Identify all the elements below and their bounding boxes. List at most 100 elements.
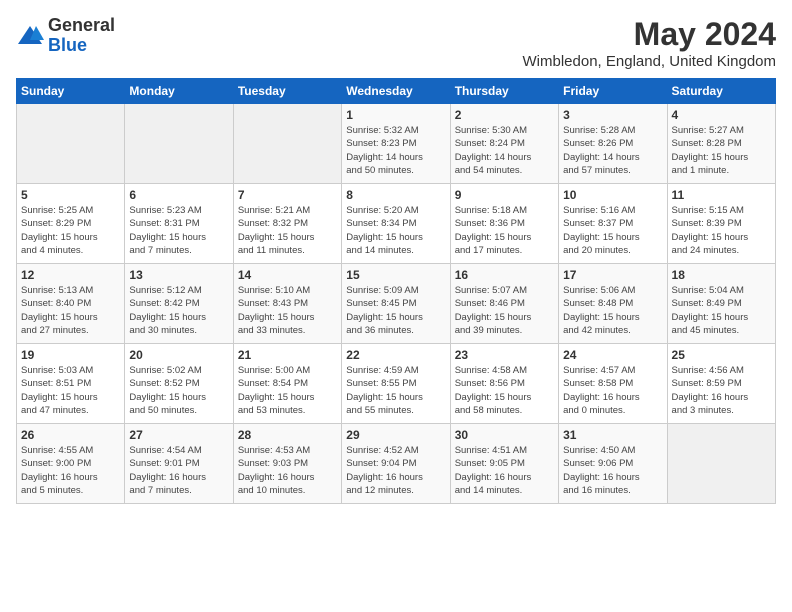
day-info: Sunrise: 4:53 AM Sunset: 9:03 PM Dayligh… bbox=[238, 444, 337, 497]
calendar-header: SundayMondayTuesdayWednesdayThursdayFrid… bbox=[17, 79, 776, 104]
day-info: Sunrise: 4:54 AM Sunset: 9:01 PM Dayligh… bbox=[129, 444, 228, 497]
day-info: Sunrise: 5:15 AM Sunset: 8:39 PM Dayligh… bbox=[672, 204, 771, 257]
day-info: Sunrise: 5:12 AM Sunset: 8:42 PM Dayligh… bbox=[129, 284, 228, 337]
day-info: Sunrise: 5:27 AM Sunset: 8:28 PM Dayligh… bbox=[672, 124, 771, 177]
day-info: Sunrise: 4:52 AM Sunset: 9:04 PM Dayligh… bbox=[346, 444, 445, 497]
day-info: Sunrise: 5:28 AM Sunset: 8:26 PM Dayligh… bbox=[563, 124, 662, 177]
day-number: 19 bbox=[21, 348, 120, 362]
week-row-5: 26 Sunrise: 4:55 AM Sunset: 9:00 PM Dayli… bbox=[17, 424, 776, 504]
calendar-cell: 13 Sunrise: 5:12 AM Sunset: 8:42 PM Dayli… bbox=[125, 264, 233, 344]
week-row-4: 19Sunrise: 5:03 AM Sunset: 8:51 PM Dayli… bbox=[17, 344, 776, 424]
calendar-cell bbox=[17, 104, 125, 184]
day-info: Sunrise: 5:00 AM Sunset: 8:54 PM Dayligh… bbox=[238, 364, 337, 417]
day-number: 27 bbox=[129, 428, 228, 442]
calendar-cell: 22 Sunrise: 4:59 AM Sunset: 8:55 PM Dayli… bbox=[342, 344, 450, 424]
day-number: 2 bbox=[455, 108, 554, 122]
week-row-1: 1 Sunrise: 5:32 AM Sunset: 8:23 PM Daylig… bbox=[17, 104, 776, 184]
calendar-cell: 1 Sunrise: 5:32 AM Sunset: 8:23 PM Daylig… bbox=[342, 104, 450, 184]
header-cell-thursday: Thursday bbox=[450, 79, 558, 104]
calendar-cell: 14Sunrise: 5:10 AM Sunset: 8:43 PM Dayli… bbox=[233, 264, 341, 344]
day-number: 14 bbox=[238, 268, 337, 282]
day-info: Sunrise: 5:20 AM Sunset: 8:34 PM Dayligh… bbox=[346, 204, 445, 257]
header-row: SundayMondayTuesdayWednesdayThursdayFrid… bbox=[17, 79, 776, 104]
page-header: General Blue May 2024 Wimbledon, England… bbox=[16, 16, 776, 70]
day-info: Sunrise: 4:50 AM Sunset: 9:06 PM Dayligh… bbox=[563, 444, 662, 497]
day-number: 13 bbox=[129, 268, 228, 282]
header-cell-monday: Monday bbox=[125, 79, 233, 104]
header-cell-friday: Friday bbox=[559, 79, 667, 104]
day-number: 8 bbox=[346, 188, 445, 202]
calendar-cell: 25 Sunrise: 4:56 AM Sunset: 8:59 PM Dayli… bbox=[667, 344, 775, 424]
week-row-2: 5Sunrise: 5:25 AM Sunset: 8:29 PM Daylig… bbox=[17, 184, 776, 264]
calendar-cell bbox=[233, 104, 341, 184]
logo: General Blue bbox=[16, 16, 115, 56]
calendar-cell: 12 Sunrise: 5:13 AM Sunset: 8:40 PM Dayli… bbox=[17, 264, 125, 344]
day-number: 20 bbox=[129, 348, 228, 362]
day-info: Sunrise: 4:55 AM Sunset: 9:00 PM Dayligh… bbox=[21, 444, 120, 497]
day-number: 3 bbox=[563, 108, 662, 122]
day-number: 11 bbox=[672, 188, 771, 202]
day-number: 30 bbox=[455, 428, 554, 442]
title-area: May 2024 Wimbledon, England, United King… bbox=[523, 16, 776, 70]
day-info: Sunrise: 4:56 AM Sunset: 8:59 PM Dayligh… bbox=[672, 364, 771, 417]
calendar-cell: 7Sunrise: 5:21 AM Sunset: 8:32 PM Daylig… bbox=[233, 184, 341, 264]
calendar-cell: 23Sunrise: 4:58 AM Sunset: 8:56 PM Dayli… bbox=[450, 344, 558, 424]
day-info: Sunrise: 5:23 AM Sunset: 8:31 PM Dayligh… bbox=[129, 204, 228, 257]
calendar-cell: 21Sunrise: 5:00 AM Sunset: 8:54 PM Dayli… bbox=[233, 344, 341, 424]
day-info: Sunrise: 4:51 AM Sunset: 9:05 PM Dayligh… bbox=[455, 444, 554, 497]
day-number: 1 bbox=[346, 108, 445, 122]
calendar-cell: 20 Sunrise: 5:02 AM Sunset: 8:52 PM Dayli… bbox=[125, 344, 233, 424]
day-number: 6 bbox=[129, 188, 228, 202]
calendar-cell: 15 Sunrise: 5:09 AM Sunset: 8:45 PM Dayli… bbox=[342, 264, 450, 344]
day-info: Sunrise: 4:58 AM Sunset: 8:56 PM Dayligh… bbox=[455, 364, 554, 417]
calendar-cell: 5Sunrise: 5:25 AM Sunset: 8:29 PM Daylig… bbox=[17, 184, 125, 264]
calendar-cell: 31 Sunrise: 4:50 AM Sunset: 9:06 PM Dayli… bbox=[559, 424, 667, 504]
day-info: Sunrise: 5:04 AM Sunset: 8:49 PM Dayligh… bbox=[672, 284, 771, 337]
day-number: 22 bbox=[346, 348, 445, 362]
calendar-cell: 3 Sunrise: 5:28 AM Sunset: 8:26 PM Daylig… bbox=[559, 104, 667, 184]
day-info: Sunrise: 5:09 AM Sunset: 8:45 PM Dayligh… bbox=[346, 284, 445, 337]
day-number: 15 bbox=[346, 268, 445, 282]
calendar-cell: 29 Sunrise: 4:52 AM Sunset: 9:04 PM Dayli… bbox=[342, 424, 450, 504]
header-cell-wednesday: Wednesday bbox=[342, 79, 450, 104]
day-number: 25 bbox=[672, 348, 771, 362]
week-row-3: 12 Sunrise: 5:13 AM Sunset: 8:40 PM Dayli… bbox=[17, 264, 776, 344]
calendar-cell: 17Sunrise: 5:06 AM Sunset: 8:48 PM Dayli… bbox=[559, 264, 667, 344]
day-info: Sunrise: 5:18 AM Sunset: 8:36 PM Dayligh… bbox=[455, 204, 554, 257]
day-info: Sunrise: 5:30 AM Sunset: 8:24 PM Dayligh… bbox=[455, 124, 554, 177]
day-number: 28 bbox=[238, 428, 337, 442]
header-cell-tuesday: Tuesday bbox=[233, 79, 341, 104]
day-number: 4 bbox=[672, 108, 771, 122]
day-number: 29 bbox=[346, 428, 445, 442]
day-number: 26 bbox=[21, 428, 120, 442]
calendar-cell: 26 Sunrise: 4:55 AM Sunset: 9:00 PM Dayli… bbox=[17, 424, 125, 504]
calendar-cell: 4 Sunrise: 5:27 AM Sunset: 8:28 PM Daylig… bbox=[667, 104, 775, 184]
day-info: Sunrise: 4:57 AM Sunset: 8:58 PM Dayligh… bbox=[563, 364, 662, 417]
month-title: May 2024 bbox=[523, 16, 776, 53]
day-info: Sunrise: 5:07 AM Sunset: 8:46 PM Dayligh… bbox=[455, 284, 554, 337]
day-info: Sunrise: 5:13 AM Sunset: 8:40 PM Dayligh… bbox=[21, 284, 120, 337]
day-number: 12 bbox=[21, 268, 120, 282]
day-info: Sunrise: 5:02 AM Sunset: 8:52 PM Dayligh… bbox=[129, 364, 228, 417]
day-number: 7 bbox=[238, 188, 337, 202]
day-info: Sunrise: 4:59 AM Sunset: 8:55 PM Dayligh… bbox=[346, 364, 445, 417]
calendar-cell: 24 Sunrise: 4:57 AM Sunset: 8:58 PM Dayli… bbox=[559, 344, 667, 424]
logo-text: General Blue bbox=[48, 16, 115, 56]
calendar-cell: 18 Sunrise: 5:04 AM Sunset: 8:49 PM Dayli… bbox=[667, 264, 775, 344]
day-number: 24 bbox=[563, 348, 662, 362]
calendar-body: 1 Sunrise: 5:32 AM Sunset: 8:23 PM Daylig… bbox=[17, 104, 776, 504]
calendar-cell: 9Sunrise: 5:18 AM Sunset: 8:36 PM Daylig… bbox=[450, 184, 558, 264]
day-info: Sunrise: 5:32 AM Sunset: 8:23 PM Dayligh… bbox=[346, 124, 445, 177]
calendar-cell bbox=[125, 104, 233, 184]
day-number: 10 bbox=[563, 188, 662, 202]
day-number: 31 bbox=[563, 428, 662, 442]
day-number: 18 bbox=[672, 268, 771, 282]
day-info: Sunrise: 5:16 AM Sunset: 8:37 PM Dayligh… bbox=[563, 204, 662, 257]
calendar-cell: 11 Sunrise: 5:15 AM Sunset: 8:39 PM Dayli… bbox=[667, 184, 775, 264]
day-number: 17 bbox=[563, 268, 662, 282]
calendar-cell: 27 Sunrise: 4:54 AM Sunset: 9:01 PM Dayli… bbox=[125, 424, 233, 504]
logo-blue: Blue bbox=[48, 36, 115, 56]
header-cell-saturday: Saturday bbox=[667, 79, 775, 104]
calendar-cell bbox=[667, 424, 775, 504]
logo-general: General bbox=[48, 16, 115, 36]
